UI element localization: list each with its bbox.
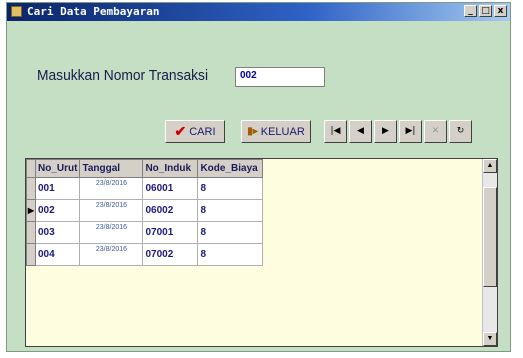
title-bar[interactable]: Cari Data Pembayaran _ □ x [7, 3, 510, 21]
delete-record-button[interactable]: ✕ [424, 120, 447, 143]
scroll-down-arrow-icon[interactable]: ▼ [483, 332, 497, 346]
column-header-tanggal[interactable]: Tanggal [79, 159, 144, 178]
checkmark-icon: ✔ [174, 123, 187, 139]
window-controls: _ □ x [464, 5, 507, 17]
table-row[interactable]: 003 23/8/2016 07001 8 [26, 221, 264, 244]
row-indicator-header [26, 159, 36, 178]
scroll-thumb[interactable] [483, 187, 497, 287]
payment-data-grid[interactable]: No_Urut Tanggal No_Induk Kode_Biaya 001 … [25, 158, 498, 347]
prior-record-button[interactable]: ◀ [349, 120, 372, 143]
minimize-button[interactable]: _ [464, 5, 477, 17]
next-record-button[interactable]: ▶ [374, 120, 397, 143]
exit-door-icon: ▮▸ [247, 126, 258, 137]
row-indicator[interactable] [26, 221, 36, 244]
column-header-no-urut[interactable]: No_Urut [34, 159, 81, 178]
current-row-indicator[interactable]: ▶ [26, 199, 36, 222]
row-indicator[interactable] [26, 177, 36, 200]
exit-button[interactable]: ▮▸ KELUAR [241, 120, 311, 143]
cell-no-urut[interactable]: 003 [34, 221, 81, 244]
cell-no-urut[interactable]: 004 [34, 243, 81, 266]
table-row[interactable]: ▶ 002 23/8/2016 06002 8 [26, 199, 264, 222]
cell-kode-biaya[interactable]: 8 [197, 221, 264, 244]
cell-no-induk[interactable]: 06001 [142, 177, 199, 200]
row-indicator[interactable] [26, 243, 36, 266]
vertical-scrollbar[interactable]: ▲ ▼ [482, 159, 497, 346]
cell-tanggal[interactable]: 23/8/2016 [79, 177, 144, 200]
scroll-up-arrow-icon[interactable]: ▲ [483, 159, 497, 173]
cell-tanggal[interactable]: 23/8/2016 [79, 243, 144, 266]
close-button[interactable]: x [494, 5, 507, 17]
cell-tanggal[interactable]: 23/8/2016 [79, 199, 144, 222]
table-row[interactable]: 001 23/8/2016 06001 8 [26, 177, 264, 200]
search-button-label: CARI [189, 125, 216, 138]
grid-table: No_Urut Tanggal No_Induk Kode_Biaya 001 … [26, 159, 264, 266]
cell-kode-biaya[interactable]: 8 [197, 199, 264, 222]
transaction-number-input[interactable]: 002 [235, 67, 325, 87]
cell-no-induk[interactable]: 07002 [142, 243, 199, 266]
first-record-button[interactable]: |◀ [324, 120, 347, 143]
cell-tanggal[interactable]: 23/8/2016 [79, 221, 144, 244]
transaction-number-label: Masukkan Nomor Transaksi [37, 67, 209, 84]
maximize-button[interactable]: □ [479, 5, 492, 17]
exit-button-label: KELUAR [260, 125, 305, 138]
column-header-kode-biaya[interactable]: Kode_Biaya [197, 159, 264, 178]
search-payment-window: Cari Data Pembayaran _ □ x Masukkan Nomo… [6, 2, 511, 352]
table-row[interactable]: 004 23/8/2016 07002 8 [26, 243, 264, 266]
window-title: Cari Data Pembayaran [27, 5, 160, 18]
last-record-button[interactable]: ▶| [399, 120, 422, 143]
cell-no-induk[interactable]: 06002 [142, 199, 199, 222]
db-navigator: |◀ ◀ ▶ ▶| ✕ ↻ [324, 120, 474, 143]
grid-header-row: No_Urut Tanggal No_Induk Kode_Biaya [26, 159, 264, 178]
cell-no-urut[interactable]: 001 [34, 177, 81, 200]
column-header-no-induk[interactable]: No_Induk [142, 159, 199, 178]
cell-no-induk[interactable]: 07001 [142, 221, 199, 244]
cell-no-urut[interactable]: 002 [34, 199, 81, 222]
search-button[interactable]: ✔ CARI [165, 120, 225, 143]
cell-kode-biaya[interactable]: 8 [197, 243, 264, 266]
app-icon [11, 6, 22, 17]
refresh-button[interactable]: ↻ [449, 120, 472, 143]
cell-kode-biaya[interactable]: 8 [197, 177, 264, 200]
